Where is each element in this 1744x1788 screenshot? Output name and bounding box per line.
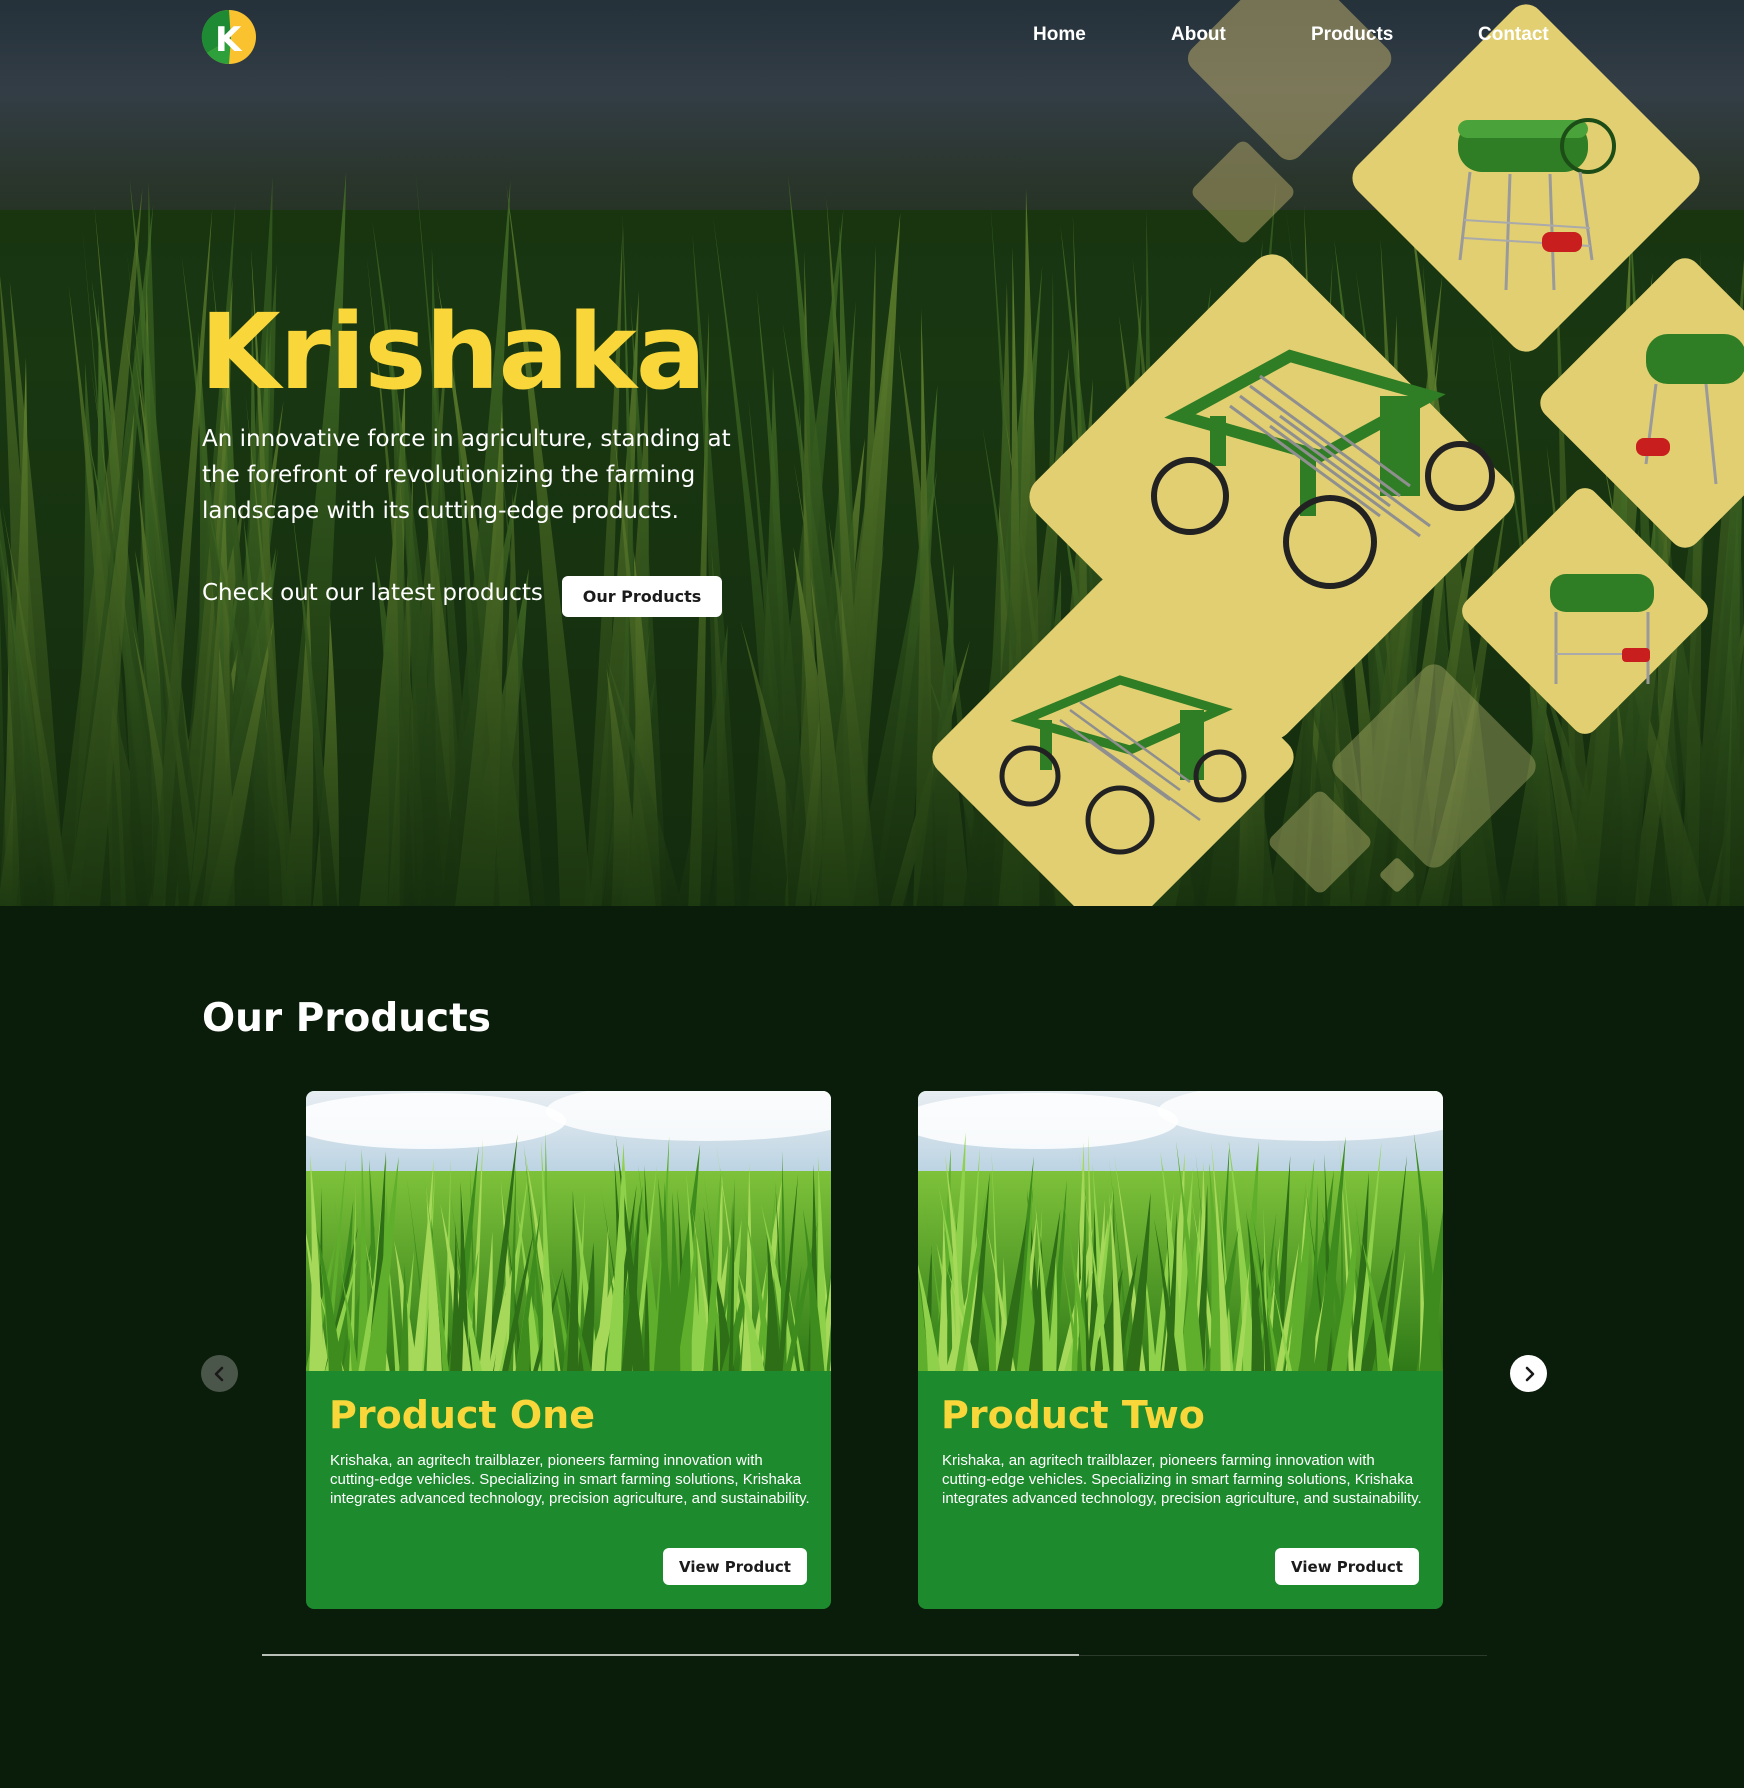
chevron-left-icon [214,1366,223,1381]
hero-cta-text: Check out our latest products [202,580,543,606]
hero-section: K Home About Products Contact Krishaka A… [0,0,1744,906]
view-product-button[interactable]: View Product [663,1548,807,1585]
chevron-right-icon [1525,1366,1534,1381]
view-product-button[interactable]: View Product [1275,1548,1419,1585]
hero-title: Krishaka [200,291,706,413]
carousel-progress-fill [262,1654,1080,1656]
products-heading: Our Products [202,996,491,1041]
carousel-prev-button[interactable] [201,1355,238,1392]
product-title: Product One [329,1393,595,1437]
nav-link-contact[interactable]: Contact [1478,24,1549,46]
carousel-progress-bar [262,1654,1487,1656]
product-description: Krishaka, an agritech trailblazer, pione… [330,1452,810,1507]
product-image-cornfield [306,1091,831,1371]
carousel-next-button[interactable] [1510,1355,1547,1392]
hero-description: An innovative force in agriculture, stan… [202,426,731,524]
product-title: Product Two [941,1393,1205,1437]
product-card: Product Two Krishaka, an agritech trailb… [918,1091,1443,1609]
our-products-button[interactable]: Our Products [562,576,722,617]
nav-link-products[interactable]: Products [1311,24,1393,46]
nav-link-home[interactable]: Home [1033,24,1086,46]
nav-link-about[interactable]: About [1171,24,1226,46]
product-image-cornfield [918,1091,1443,1371]
product-card: Product One Krishaka, an agritech trailb… [306,1091,831,1609]
product-description: Krishaka, an agritech trailblazer, pione… [942,1452,1422,1507]
main-nav: Home About Products Contact [0,24,1744,54]
